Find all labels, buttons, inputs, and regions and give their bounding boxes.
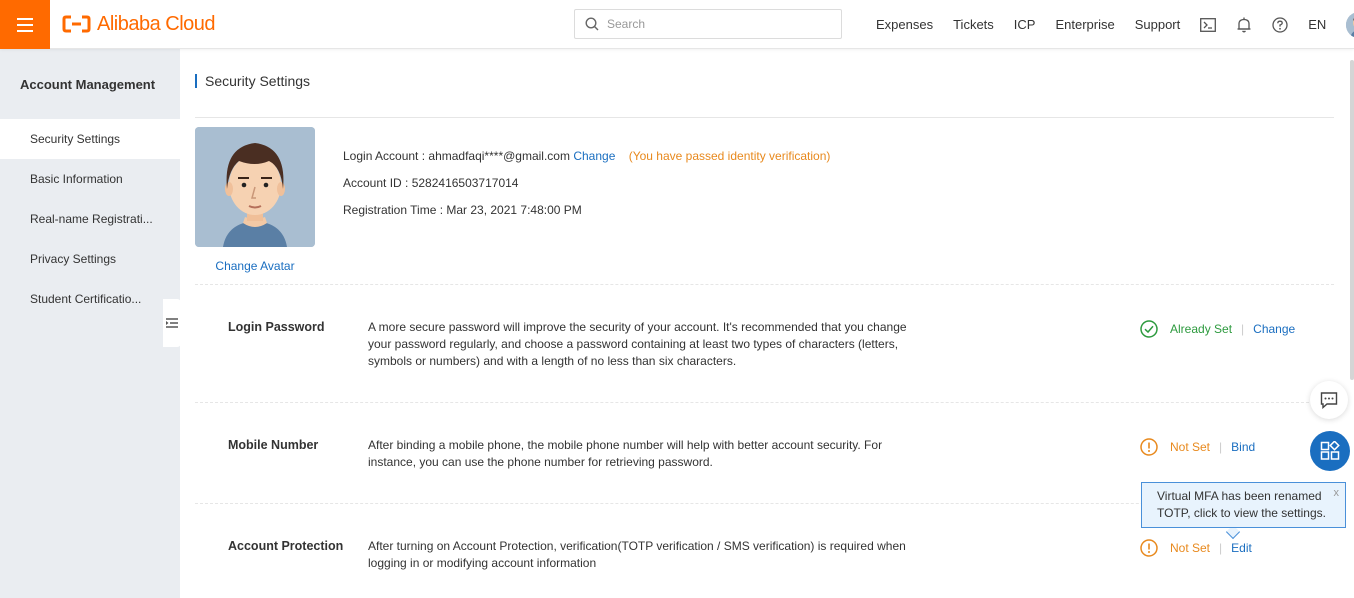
sidebar-item-privacy-settings[interactable]: Privacy Settings (0, 239, 180, 279)
warning-circle-icon (1140, 539, 1158, 557)
sidebar-item-basic-information[interactable]: Basic Information (0, 159, 180, 199)
setting-description: After turning on Account Protection, ver… (368, 539, 906, 570)
collapse-icon (166, 318, 178, 328)
nav-support[interactable]: Support (1135, 17, 1181, 32)
setting-status: Already Set | Change (1140, 320, 1295, 338)
help-icon[interactable] (1272, 16, 1288, 33)
chat-icon (1320, 392, 1338, 409)
search-input[interactable] (607, 17, 827, 31)
check-circle-icon (1140, 320, 1158, 338)
setting-description: After binding a mobile phone, the mobile… (368, 438, 883, 469)
setting-label: Account Protection (228, 539, 344, 553)
registration-time: Registration Time : Mar 23, 2021 7:48:00… (343, 203, 582, 217)
separator: | (1241, 322, 1245, 336)
language-switch[interactable]: EN (1308, 17, 1326, 32)
edit-protection-link[interactable]: Edit (1231, 541, 1252, 555)
warning-circle-icon (1140, 438, 1158, 456)
verification-status: (You have passed identity verification) (628, 149, 831, 163)
sidebar-item-real-name-registration[interactable]: Real-name Registrati... (0, 199, 180, 239)
setting-description: A more secure password will improve the … (368, 320, 907, 368)
profile-avatar (195, 127, 315, 247)
search-box[interactable] (574, 9, 842, 39)
profile-avatar-icon (195, 127, 315, 247)
login-account-row: Login Account : ahmadfaqi****@gmail.com … (343, 149, 830, 176)
setting-label: Mobile Number (228, 438, 319, 452)
brand-name: Alibaba Cloud (97, 12, 216, 35)
setting-status: Not Set | Bind (1140, 438, 1255, 456)
menu-line (17, 29, 33, 32)
change-avatar-link[interactable]: Change Avatar (195, 259, 315, 273)
setting-label: Login Password (228, 320, 325, 334)
terminal-icon[interactable] (1200, 17, 1217, 33)
separator: | (1219, 541, 1223, 555)
nav-enterprise[interactable]: Enterprise (1055, 17, 1114, 32)
login-account-text: Login Account : ahmadfaqi****@gmail.com (343, 149, 570, 163)
change-login-account-link[interactable]: Change (573, 149, 615, 163)
setting-status: Not Set | Edit (1140, 539, 1252, 557)
top-nav: Expenses Tickets ICP Enterprise Support … (876, 0, 1354, 49)
sidebar-title: Account Management (20, 76, 156, 92)
sidebar-collapse-button[interactable] (163, 299, 181, 347)
menu-button[interactable] (0, 0, 50, 49)
divider (195, 117, 1334, 118)
scrollbar[interactable] (1350, 60, 1354, 380)
account-info: Login Account : ahmadfaqi****@gmail.com … (343, 149, 830, 230)
brand-logo[interactable]: Alibaba Cloud (62, 12, 216, 36)
bind-mobile-link[interactable]: Bind (1231, 440, 1255, 454)
apps-icon (1320, 441, 1340, 460)
nav-expenses[interactable]: Expenses (876, 17, 933, 32)
account-id: Account ID : 5282416503717014 (343, 176, 519, 190)
user-avatar[interactable] (1346, 11, 1354, 38)
page-title: Security Settings (195, 74, 310, 88)
top-bar: Alibaba Cloud Expenses Tickets ICP Enter… (0, 0, 1354, 49)
chat-button[interactable] (1310, 381, 1348, 419)
status-text: Already Set (1170, 322, 1233, 336)
nav-icp[interactable]: ICP (1014, 17, 1036, 32)
divider (195, 402, 1334, 403)
sidebar-item-security-settings[interactable]: Security Settings (0, 119, 180, 159)
separator: | (1219, 440, 1223, 454)
divider (195, 284, 1334, 285)
status-text: Not Set (1170, 440, 1211, 454)
alibaba-logo-icon (62, 15, 91, 33)
search-icon (585, 17, 599, 31)
tooltip-text[interactable]: Virtual MFA has been renamed TOTP, click… (1157, 489, 1326, 520)
totp-tooltip[interactable]: Virtual MFA has been renamed TOTP, click… (1141, 482, 1346, 528)
nav-tickets[interactable]: Tickets (953, 17, 994, 32)
menu-line (17, 23, 33, 26)
menu-line (17, 17, 33, 20)
change-password-link[interactable]: Change (1253, 322, 1295, 336)
tooltip-close-button[interactable]: x (1334, 485, 1340, 502)
apps-button[interactable] (1310, 431, 1350, 471)
bell-icon[interactable] (1236, 17, 1252, 33)
sidebar: Account Management Security Settings Bas… (0, 49, 181, 598)
status-text: Not Set (1170, 541, 1211, 555)
sidebar-item-student-certification[interactable]: Student Certificatio... (0, 279, 180, 319)
